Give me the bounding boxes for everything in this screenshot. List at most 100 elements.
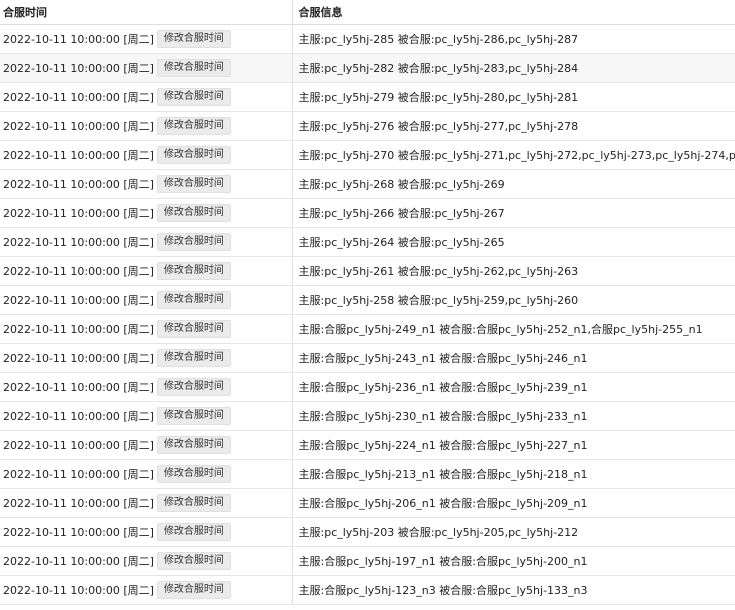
merge-time-cell: 2022-10-11 10:00:00 [周二] 修改合服时间 <box>0 140 293 170</box>
merge-info-cell: 主服:合服pc_ly5hj-123_n3 被合服:合服pc_ly5hj-133_… <box>292 575 735 605</box>
merge-datetime: 2022-10-11 10:00:00 [周二] <box>3 381 154 394</box>
merge-time-cell: 2022-10-11 10:00:00 [周二] 修改合服时间 <box>0 343 293 373</box>
table-row: 2022-10-11 10:00:00 [周二] 修改合服时间 主服:pc_ly5h… <box>0 111 735 141</box>
edit-merge-time-button[interactable]: 修改合服时间 <box>156 146 231 164</box>
merge-time-cell: 2022-10-11 10:00:00 [周二] 修改合服时间 <box>0 53 293 83</box>
edit-merge-time-button[interactable]: 修改合服时间 <box>156 465 231 483</box>
edit-merge-time-button[interactable]: 修改合服时间 <box>156 494 231 512</box>
merge-info-cell: 主服:pc_ly5hj-258 被合服:pc_ly5hj-259,pc_ly5h… <box>292 285 735 315</box>
merge-datetime: 2022-10-11 10:00:00 [周二] <box>3 91 154 104</box>
merge-datetime: 2022-10-11 10:00:00 [周二] <box>3 207 154 220</box>
table-row: 2022-10-11 10:00:00 [周二] 修改合服时间 主服:pc_ly5h… <box>0 53 735 83</box>
table-row: 2022-10-11 10:00:00 [周二] 修改合服时间 主服:pc_ly5h… <box>0 256 735 286</box>
table-row: 2022-10-11 10:00:00 [周二] 修改合服时间 主服:合服pc_ly… <box>0 430 735 460</box>
edit-merge-time-button[interactable]: 修改合服时间 <box>156 59 231 77</box>
table-row: 2022-10-11 10:00:00 [周二] 修改合服时间 主服:合服pc_ly… <box>0 401 735 431</box>
merge-time-cell: 2022-10-11 10:00:00 [周二] 修改合服时间 <box>0 314 293 344</box>
merge-datetime: 2022-10-11 10:00:00 [周二] <box>3 584 154 597</box>
header-row: 合服时间 合服信息 <box>0 0 735 25</box>
edit-merge-time-button[interactable]: 修改合服时间 <box>156 117 231 135</box>
merge-info-cell: 主服:合服pc_ly5hj-197_n1 被合服:合服pc_ly5hj-200_… <box>292 546 735 576</box>
merge-info-cell: 主服:合服pc_ly5hj-249_n1 被合服:合服pc_ly5hj-252_… <box>292 314 735 344</box>
merge-time-cell: 2022-10-11 10:00:00 [周二] 修改合服时间 <box>0 285 293 315</box>
merge-datetime: 2022-10-11 10:00:00 [周二] <box>3 439 154 452</box>
column-header-merge-time: 合服时间 <box>0 0 293 25</box>
table-row: 2022-10-11 10:00:00 [周二] 修改合服时间 主服:合服pc_ly… <box>0 546 735 576</box>
merge-time-cell: 2022-10-11 10:00:00 [周二] 修改合服时间 <box>0 459 293 489</box>
column-header-merge-info: 合服信息 <box>292 0 735 25</box>
merge-info-cell: 主服:合服pc_ly5hj-243_n1 被合服:合服pc_ly5hj-246_… <box>292 343 735 373</box>
merge-datetime: 2022-10-11 10:00:00 [周二] <box>3 497 154 510</box>
merge-datetime: 2022-10-11 10:00:00 [周二] <box>3 236 154 249</box>
merge-info-cell: 主服:pc_ly5hj-285 被合服:pc_ly5hj-286,pc_ly5h… <box>292 24 735 54</box>
merge-datetime: 2022-10-11 10:00:00 [周二] <box>3 410 154 423</box>
table-row: 2022-10-11 10:00:00 [周二] 修改合服时间 主服:pc_ly5h… <box>0 82 735 112</box>
merge-info-cell: 主服:合服pc_ly5hj-236_n1 被合服:合服pc_ly5hj-239_… <box>292 372 735 402</box>
edit-merge-time-button[interactable]: 修改合服时间 <box>156 262 231 280</box>
merge-datetime: 2022-10-11 10:00:00 [周二] <box>3 265 154 278</box>
merge-datetime: 2022-10-11 10:00:00 [周二] <box>3 62 154 75</box>
merge-info-cell: 主服:pc_ly5hj-261 被合服:pc_ly5hj-262,pc_ly5h… <box>292 256 735 286</box>
table-row: 2022-10-11 10:00:00 [周二] 修改合服时间 主服:pc_ly5h… <box>0 140 735 170</box>
edit-merge-time-button[interactable]: 修改合服时间 <box>156 175 231 193</box>
edit-merge-time-button[interactable]: 修改合服时间 <box>156 523 231 541</box>
edit-merge-time-button[interactable]: 修改合服时间 <box>156 407 231 425</box>
edit-merge-time-button[interactable]: 修改合服时间 <box>156 88 231 106</box>
merge-datetime: 2022-10-11 10:00:00 [周二] <box>3 352 154 365</box>
table-row: 2022-10-11 10:00:00 [周二] 修改合服时间 主服:合服pc_ly… <box>0 459 735 489</box>
merge-info-cell: 主服:pc_ly5hj-268 被合服:pc_ly5hj-269 <box>292 169 735 199</box>
merge-datetime: 2022-10-11 10:00:00 [周二] <box>3 294 154 307</box>
table-row: 2022-10-11 10:00:00 [周二] 修改合服时间 主服:合服pc_ly… <box>0 575 735 605</box>
merge-info-cell: 主服:pc_ly5hj-276 被合服:pc_ly5hj-277,pc_ly5h… <box>292 111 735 141</box>
merge-info-cell: 主服:pc_ly5hj-264 被合服:pc_ly5hj-265 <box>292 227 735 257</box>
edit-merge-time-button[interactable]: 修改合服时间 <box>156 320 231 338</box>
merge-time-cell: 2022-10-11 10:00:00 [周二] 修改合服时间 <box>0 169 293 199</box>
table-header: 合服时间 合服信息 <box>0 0 735 25</box>
table-row: 2022-10-11 10:00:00 [周二] 修改合服时间 主服:pc_ly5h… <box>0 169 735 199</box>
edit-merge-time-button[interactable]: 修改合服时间 <box>156 378 231 396</box>
edit-merge-time-button[interactable]: 修改合服时间 <box>156 30 231 48</box>
table-row: 2022-10-11 10:00:00 [周二] 修改合服时间 主服:pc_ly5h… <box>0 517 735 547</box>
merge-datetime: 2022-10-11 10:00:00 [周二] <box>3 323 154 336</box>
edit-merge-time-button[interactable]: 修改合服时间 <box>156 233 231 251</box>
merge-time-cell: 2022-10-11 10:00:00 [周二] 修改合服时间 <box>0 198 293 228</box>
merge-info-cell: 主服:pc_ly5hj-270 被合服:pc_ly5hj-271,pc_ly5h… <box>292 140 735 170</box>
merge-time-cell: 2022-10-11 10:00:00 [周二] 修改合服时间 <box>0 401 293 431</box>
edit-merge-time-button[interactable]: 修改合服时间 <box>156 204 231 222</box>
merge-time-cell: 2022-10-11 10:00:00 [周二] 修改合服时间 <box>0 488 293 518</box>
merge-datetime: 2022-10-11 10:00:00 [周二] <box>3 526 154 539</box>
merge-time-cell: 2022-10-11 10:00:00 [周二] 修改合服时间 <box>0 256 293 286</box>
edit-merge-time-button[interactable]: 修改合服时间 <box>156 436 231 454</box>
merge-datetime: 2022-10-11 10:00:00 [周二] <box>3 468 154 481</box>
merge-info-cell: 主服:合服pc_ly5hj-224_n1 被合服:合服pc_ly5hj-227_… <box>292 430 735 460</box>
table-row: 2022-10-11 10:00:00 [周二] 修改合服时间 主服:pc_ly5h… <box>0 24 735 54</box>
table-row: 2022-10-11 10:00:00 [周二] 修改合服时间 主服:合服pc_ly… <box>0 343 735 373</box>
merge-datetime: 2022-10-11 10:00:00 [周二] <box>3 149 154 162</box>
merge-time-cell: 2022-10-11 10:00:00 [周二] 修改合服时间 <box>0 24 293 54</box>
merge-info-cell: 主服:合服pc_ly5hj-206_n1 被合服:合服pc_ly5hj-209_… <box>292 488 735 518</box>
merge-time-cell: 2022-10-11 10:00:00 [周二] 修改合服时间 <box>0 546 293 576</box>
merge-info-cell: 主服:pc_ly5hj-282 被合服:pc_ly5hj-283,pc_ly5h… <box>292 53 735 83</box>
table-row: 2022-10-11 10:00:00 [周二] 修改合服时间 主服:合服pc_ly… <box>0 314 735 344</box>
merge-info-cell: 主服:合服pc_ly5hj-213_n1 被合服:合服pc_ly5hj-218_… <box>292 459 735 489</box>
merge-datetime: 2022-10-11 10:00:00 [周二] <box>3 178 154 191</box>
edit-merge-time-button[interactable]: 修改合服时间 <box>156 581 231 599</box>
table-row: 2022-10-11 10:00:00 [周二] 修改合服时间 主服:pc_ly5h… <box>0 198 735 228</box>
merge-info-cell: 主服:pc_ly5hj-203 被合服:pc_ly5hj-205,pc_ly5h… <box>292 517 735 547</box>
table-body: 2022-10-11 10:00:00 [周二] 修改合服时间 主服:pc_ly5h… <box>0 24 735 605</box>
merge-time-cell: 2022-10-11 10:00:00 [周二] 修改合服时间 <box>0 227 293 257</box>
merge-datetime: 2022-10-11 10:00:00 [周二] <box>3 33 154 46</box>
merge-info-cell: 主服:pc_ly5hj-266 被合服:pc_ly5hj-267 <box>292 198 735 228</box>
edit-merge-time-button[interactable]: 修改合服时间 <box>156 291 231 309</box>
table-row: 2022-10-11 10:00:00 [周二] 修改合服时间 主服:pc_ly5h… <box>0 285 735 315</box>
table-row: 2022-10-11 10:00:00 [周二] 修改合服时间 主服:合服pc_ly… <box>0 372 735 402</box>
merge-time-cell: 2022-10-11 10:00:00 [周二] 修改合服时间 <box>0 517 293 547</box>
merge-info-cell: 主服:合服pc_ly5hj-230_n1 被合服:合服pc_ly5hj-233_… <box>292 401 735 431</box>
table-row: 2022-10-11 10:00:00 [周二] 修改合服时间 主服:pc_ly5h… <box>0 227 735 257</box>
edit-merge-time-button[interactable]: 修改合服时间 <box>156 349 231 367</box>
merge-time-cell: 2022-10-11 10:00:00 [周二] 修改合服时间 <box>0 372 293 402</box>
merge-time-cell: 2022-10-11 10:00:00 [周二] 修改合服时间 <box>0 575 293 605</box>
merge-time-cell: 2022-10-11 10:00:00 [周二] 修改合服时间 <box>0 82 293 112</box>
edit-merge-time-button[interactable]: 修改合服时间 <box>156 552 231 570</box>
merge-time-cell: 2022-10-11 10:00:00 [周二] 修改合服时间 <box>0 111 293 141</box>
